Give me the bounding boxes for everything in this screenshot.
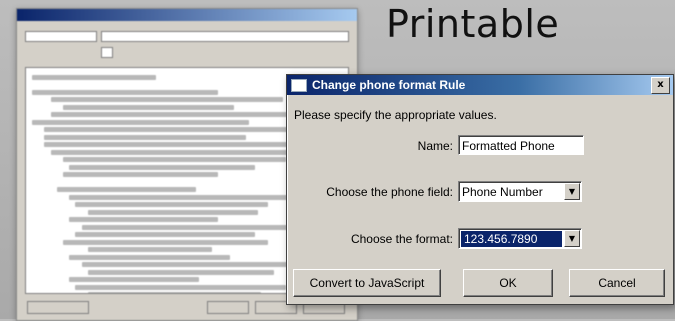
- background-code-line: [81, 262, 311, 267]
- convert-to-javascript-button[interactable]: Convert to JavaScript: [293, 269, 441, 297]
- background-code-line: [75, 202, 268, 207]
- name-input[interactable]: Formatted Phone: [458, 135, 584, 155]
- background-code-line: [87, 292, 262, 293]
- background-code-line: [50, 112, 315, 117]
- background-code-line: [63, 172, 218, 177]
- background-code-line: [87, 247, 212, 252]
- background-code-line: [32, 119, 249, 125]
- background-code-line: [63, 239, 268, 245]
- phone-field-value: Phone Number: [462, 184, 543, 199]
- background-desc-field: [101, 31, 349, 42]
- cancel-button[interactable]: Cancel: [569, 269, 665, 297]
- background-code-line: [81, 224, 299, 230]
- format-select[interactable]: 123.456.7890 ▼: [458, 228, 582, 249]
- window-icon: [291, 78, 307, 92]
- background-code-line: [69, 277, 200, 282]
- background-code-line: [69, 254, 231, 260]
- phone-field-select[interactable]: Phone Number ▼: [458, 181, 582, 202]
- dialog-title: Change phone format Rule: [312, 78, 466, 92]
- background-code-line: [63, 157, 287, 162]
- format-value: 123.456.7890: [461, 230, 562, 247]
- background-code-line: [32, 89, 218, 95]
- chevron-down-icon[interactable]: ▼: [564, 230, 580, 247]
- page-heading: Printable: [386, 2, 560, 46]
- dialog-titlebar[interactable]: Change phone format Rule x: [287, 75, 673, 95]
- background-code-line: [56, 187, 197, 192]
- background-checkbox: [101, 47, 113, 58]
- background-code-line: [87, 209, 259, 215]
- change-phone-format-dialog: Change phone format Rule x Please specif…: [286, 74, 674, 305]
- format-label: Choose the format:: [350, 232, 453, 246]
- background-code-line: [69, 164, 256, 170]
- name-label: Name:: [417, 139, 453, 153]
- background-code-line: [50, 149, 324, 155]
- background-button-left: [27, 301, 89, 314]
- background-code-line: [63, 104, 234, 110]
- chevron-down-icon[interactable]: ▼: [564, 183, 580, 200]
- dialog-prompt: Please specify the appropriate values.: [294, 108, 497, 122]
- background-code-line: [75, 232, 256, 237]
- background-name-field: [25, 31, 97, 42]
- ok-button[interactable]: OK: [463, 269, 553, 297]
- background-window-titlebar: [17, 9, 357, 21]
- close-icon: x: [657, 78, 664, 90]
- background-code-line: [50, 97, 284, 102]
- background-code-line: [87, 269, 274, 275]
- background-code-line: [32, 74, 156, 80]
- background-code-line: [69, 217, 218, 222]
- background-code-line: [44, 127, 324, 132]
- background-code-line: [69, 194, 311, 200]
- background-code-line: [75, 284, 287, 290]
- background-button-ok: [207, 301, 249, 314]
- phone-field-label: Choose the phone field:: [326, 185, 453, 199]
- close-button[interactable]: x: [651, 76, 670, 94]
- background-code-line: [44, 134, 246, 140]
- background-code-line: [44, 142, 293, 147]
